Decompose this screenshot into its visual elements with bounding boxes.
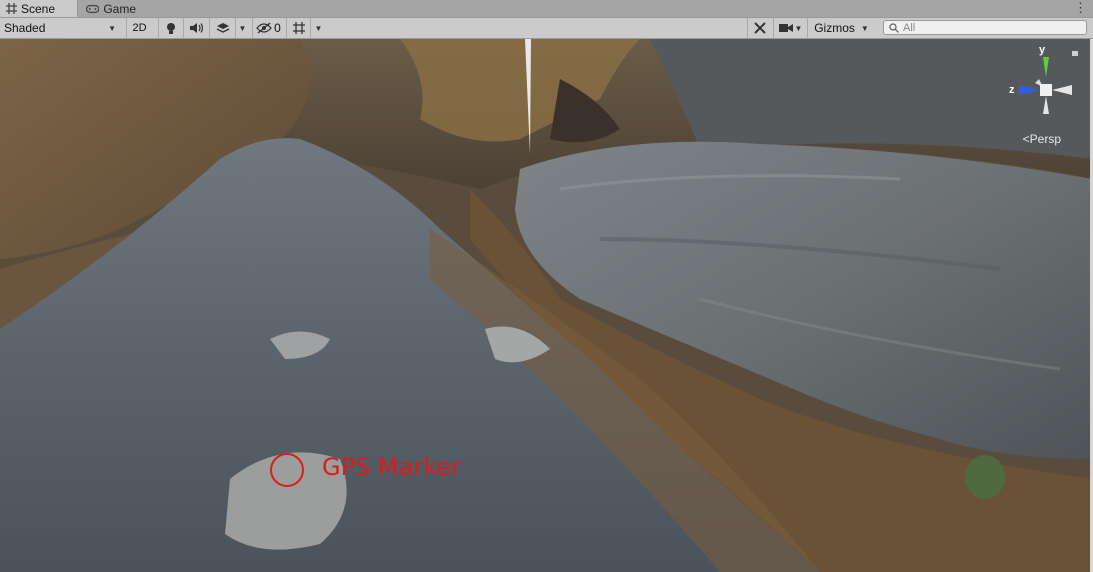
lighting-toggle-button[interactable] [158,18,182,38]
speaker-icon [189,23,203,33]
gizmo-neg-z-cone[interactable] [1052,85,1072,95]
grid-snap-toggle[interactable] [286,18,310,38]
shading-mode-dropdown[interactable]: Shaded ▼ [0,18,120,38]
gizmo-z-axis-cone[interactable] [1019,85,1040,95]
gizmo-axis-z-label: z [1009,84,1015,96]
scene-tools-button[interactable] [747,18,771,38]
gizmos-dropdown[interactable]: Gizmos ▼ [807,18,875,38]
toggle-2d-label: 2D [132,22,147,34]
chevron-down-icon: ▼ [108,23,116,33]
search-placeholder: All [903,21,916,34]
terrain-render [0,39,1093,572]
layers-icon [216,23,229,33]
tab-game-label: Game [103,1,136,16]
projection-label: Persp [1029,132,1061,146]
hidden-count: 0 [274,21,281,35]
scene-toolbar: Shaded ▼ 2D ▼ 0 ▼ ▼ Gizmos ▼ All [0,18,1093,39]
scene-viewport[interactable]: y z <Persp GPS Marker [0,39,1093,572]
chevron-down-icon: ▼ [314,23,323,33]
toggle-2d-button[interactable]: 2D [126,18,152,38]
camera-settings-button[interactable]: ▼ [773,18,807,38]
gps-marker-label: GPS Marker [322,453,461,481]
kebab-menu-icon[interactable]: ⋮ [1074,0,1087,17]
grid-icon [6,3,17,14]
grid-snap-icon [292,22,305,34]
effects-toggle-button[interactable] [209,18,235,38]
gizmo-y-axis-cone[interactable] [1043,57,1049,77]
tab-scene[interactable]: Scene [0,0,78,17]
lock-icon[interactable] [1072,51,1078,56]
chevron-down-icon: ▼ [860,23,869,33]
chevron-down-icon: ▼ [238,23,247,33]
lightbulb-icon [166,22,175,34]
eye-slash-icon [256,22,273,34]
orientation-gizmo[interactable]: y z [1009,43,1081,123]
tools-icon [753,22,766,34]
search-input[interactable]: All [883,20,1087,35]
tab-bar: Scene Game ⋮ [0,0,1093,18]
gamepad-icon [86,4,100,13]
chevron-down-icon: ▼ [794,23,803,33]
shading-mode-value: Shaded [4,21,46,35]
gps-marker-circle [270,453,304,487]
gizmos-label: Gizmos [814,21,855,35]
gizmo-axis-y-label: y [1039,44,1046,56]
tab-scene-label: Scene [21,1,56,16]
tab-game[interactable]: Game [80,0,142,17]
search-icon [889,22,899,33]
chevron-left-icon: < [1022,132,1030,146]
gizmo-neg-y-cone[interactable] [1043,96,1049,114]
projection-toggle[interactable]: <Persp [1023,132,1061,146]
hidden-objects-toggle[interactable]: 0 [252,18,284,38]
audio-toggle-button[interactable] [183,18,207,38]
grid-dropdown-button[interactable]: ▼ [310,18,326,38]
camera-icon [778,24,793,32]
gizmo-center-cube[interactable] [1040,84,1052,96]
effects-dropdown-button[interactable]: ▼ [235,18,249,38]
